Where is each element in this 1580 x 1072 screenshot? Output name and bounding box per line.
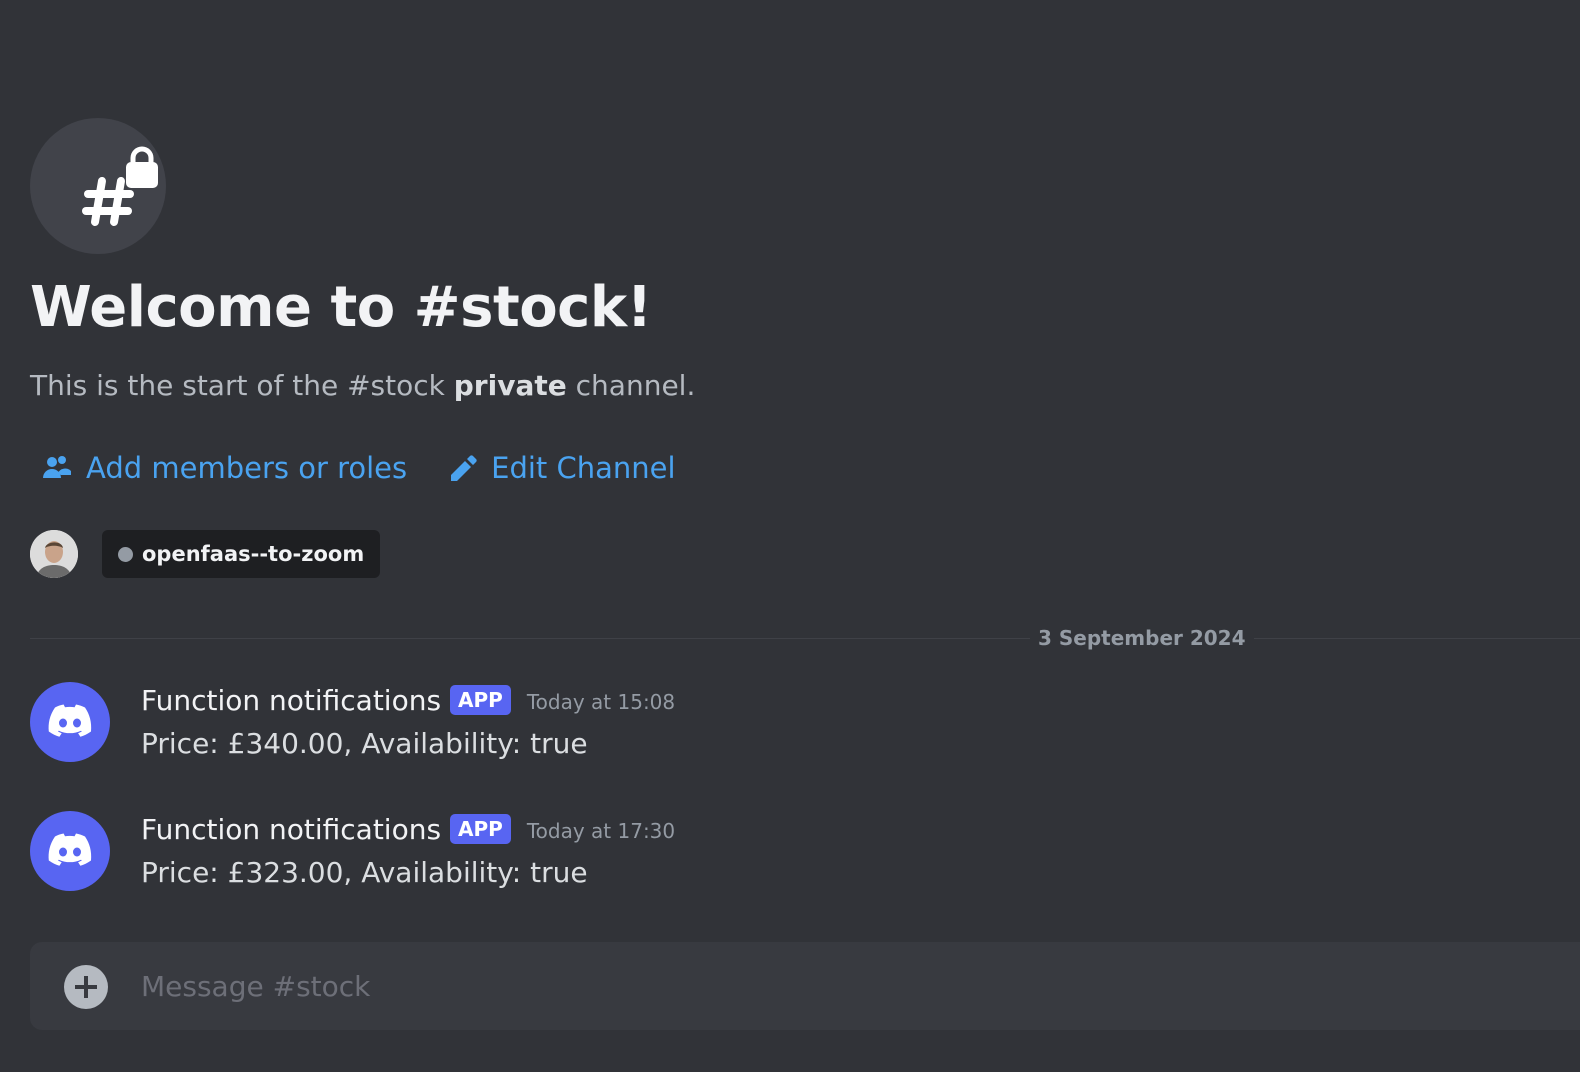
member-row: openfaas--to-zoom	[30, 530, 381, 578]
discord-logo-icon	[48, 833, 92, 866]
edit-channel-button[interactable]: Edit Channel	[447, 446, 676, 490]
welcome-subtitle-prefix: This is the start of the #stock	[30, 369, 454, 402]
discord-logo-icon	[48, 704, 92, 737]
channel-actions: Add members or roles Edit Channel	[42, 446, 676, 490]
message-timestamp: Today at 15:08	[526, 690, 676, 714]
avatar[interactable]	[30, 530, 78, 578]
bot-avatar[interactable]	[30, 682, 110, 762]
member-chip[interactable]: openfaas--to-zoom	[102, 530, 381, 578]
welcome-title: Welcome to #stock!	[30, 275, 652, 340]
welcome-subtitle-private: private	[453, 369, 567, 402]
edit-channel-label: Edit Channel	[491, 451, 676, 485]
message-item: Function notifications APP Today at 17:3…	[30, 811, 1530, 901]
message-author[interactable]: Function notifications	[141, 813, 441, 846]
channel-page: Welcome to #stock! This is the start of …	[0, 0, 1580, 1072]
add-members-label: Add members or roles	[86, 451, 408, 485]
date-divider	[30, 638, 1580, 639]
message-composer	[30, 942, 1580, 1030]
status-dot	[118, 546, 133, 562]
add-attachment-button[interactable]	[64, 965, 108, 1009]
date-divider-label: 3 September 2024	[1030, 624, 1254, 652]
members-icon	[43, 456, 71, 478]
app-badge: APP	[450, 685, 511, 715]
message-item: Function notifications APP Today at 15:0…	[30, 682, 1530, 772]
message-header: Function notifications APP Today at 17:3…	[141, 811, 675, 847]
bot-avatar[interactable]	[30, 811, 110, 891]
message-timestamp: Today at 17:30	[526, 819, 676, 843]
pencil-icon	[451, 455, 477, 481]
app-badge: APP	[450, 814, 511, 844]
message-input[interactable]	[141, 962, 1441, 1010]
message-text: Price: £323.00, Availability: true	[141, 856, 588, 889]
welcome-subtitle-suffix: channel.	[566, 369, 696, 402]
welcome-subtitle: This is the start of the #stock private …	[30, 366, 695, 406]
private-channel-icon	[30, 118, 166, 254]
add-members-button[interactable]: Add members or roles	[42, 446, 407, 490]
plus-icon	[75, 976, 97, 998]
member-name: openfaas--to-zoom	[142, 542, 365, 566]
message-author[interactable]: Function notifications	[141, 684, 441, 717]
message-text: Price: £340.00, Availability: true	[141, 727, 588, 760]
message-header: Function notifications APP Today at 15:0…	[141, 682, 675, 718]
